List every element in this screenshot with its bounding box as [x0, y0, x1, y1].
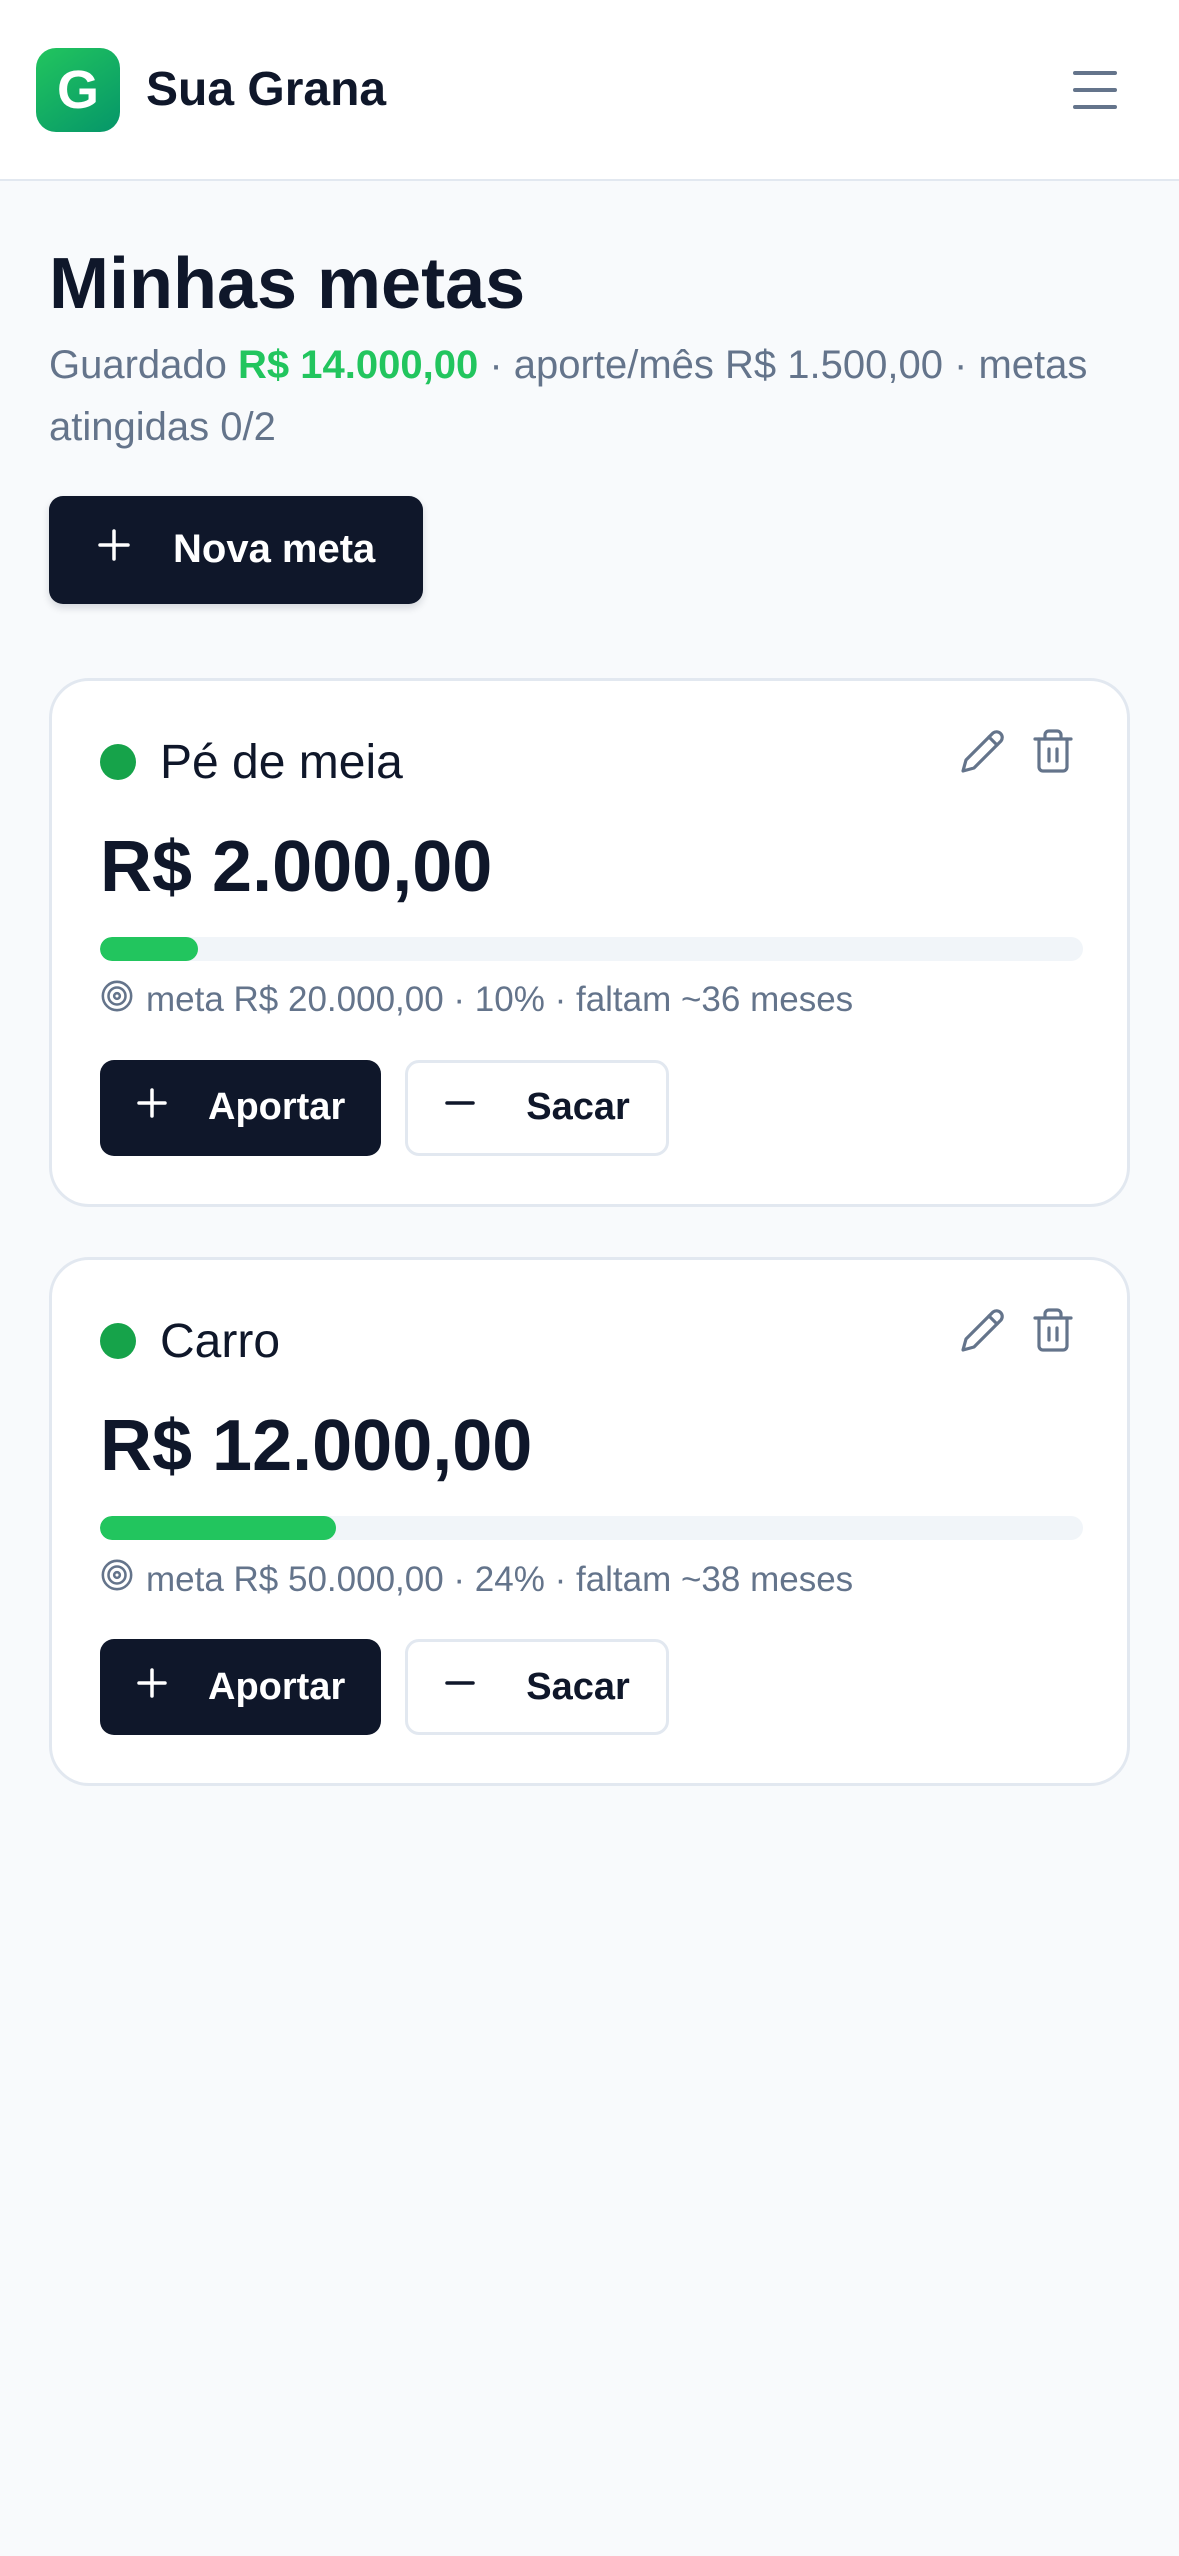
new-goal-label: Nova meta	[173, 527, 376, 572]
goal-button-row: Aportar Sacar	[100, 1059, 1079, 1156]
summary-prefix: Guardado	[49, 342, 239, 387]
target-icon	[100, 979, 134, 1022]
status-dot	[100, 744, 136, 781]
app-logo: G	[36, 47, 120, 132]
target-icon	[100, 1558, 134, 1601]
delete-trash-icon[interactable]	[1027, 725, 1079, 777]
goal-progress-bar	[100, 936, 1083, 961]
goal-saved-amount: R$ 2.000,00	[100, 826, 493, 907]
goal-progress-fill	[100, 936, 199, 961]
goal-button-row: Aportar Sacar	[100, 1639, 1079, 1736]
minus-icon	[444, 1086, 476, 1129]
top-bar: G Sua Grana	[0, 0, 1179, 181]
goal-saved-amount: R$ 12.000,00	[100, 1405, 533, 1486]
plus-icon	[136, 1666, 168, 1709]
hamburger-menu-icon[interactable]	[1063, 58, 1127, 122]
goal-actions	[957, 725, 1079, 777]
goal-title: Carro	[100, 1314, 280, 1369]
withdraw-label: Sacar	[526, 1665, 630, 1708]
goal-actions	[957, 1304, 1079, 1356]
plus-icon	[136, 1086, 168, 1129]
app-root: G Sua Grana Minhas metas Guardado R$ 14.…	[0, 0, 1179, 2556]
withdraw-label: Sacar	[526, 1086, 630, 1129]
minus-icon	[444, 1666, 476, 1709]
goal-details: meta R$ 50.000,00 · 24% · faltam ~38 mes…	[100, 1558, 1079, 1601]
edit-pencil-icon[interactable]	[957, 725, 1009, 777]
withdraw-button[interactable]: Sacar	[405, 1059, 669, 1156]
goal-name: Pé de meia	[160, 735, 403, 789]
goal-details-text: meta R$ 20.000,00 · 10% · faltam ~36 mes…	[146, 980, 854, 1020]
contribute-button[interactable]: Aportar	[100, 1059, 382, 1156]
saved-total: R$ 14.000,00	[238, 342, 479, 387]
page-title: Minhas metas	[49, 244, 526, 324]
brand[interactable]: G Sua Grana	[36, 47, 387, 132]
delete-trash-icon[interactable]	[1027, 1304, 1079, 1356]
plus-icon	[97, 527, 131, 572]
goal-card: Carro R$ 12.000,00 meta R$ 50.000,00 · 2…	[49, 1256, 1130, 1787]
main-content: Minhas metas Guardado R$ 14.000,00 · apo…	[0, 181, 1179, 1787]
goal-details: meta R$ 20.000,00 · 10% · faltam ~36 mes…	[100, 979, 1079, 1022]
edit-pencil-icon[interactable]	[957, 1304, 1009, 1356]
contribute-label: Aportar	[208, 1665, 346, 1708]
savings-summary: Guardado R$ 14.000,00 · aporte/mês R$ 1.…	[49, 334, 1139, 458]
goal-card-header: Carro	[100, 1308, 1079, 1369]
status-dot	[100, 1323, 136, 1360]
app-name: Sua Grana	[146, 63, 387, 116]
goal-progress-fill	[100, 1516, 336, 1541]
goal-name: Carro	[160, 1314, 281, 1368]
goal-card-header: Pé de meia	[100, 729, 1079, 790]
contribute-label: Aportar	[208, 1086, 346, 1129]
goal-progress-bar	[100, 1516, 1083, 1541]
goal-title: Pé de meia	[100, 735, 403, 790]
contribute-button[interactable]: Aportar	[100, 1639, 382, 1736]
goal-details-text: meta R$ 50.000,00 · 24% · faltam ~38 mes…	[146, 1559, 854, 1599]
goal-card: Pé de meia R$ 2.000,00 meta R$ 20.000,00…	[49, 677, 1130, 1207]
new-goal-button[interactable]: Nova meta	[49, 495, 424, 604]
withdraw-button[interactable]: Sacar	[405, 1639, 669, 1736]
